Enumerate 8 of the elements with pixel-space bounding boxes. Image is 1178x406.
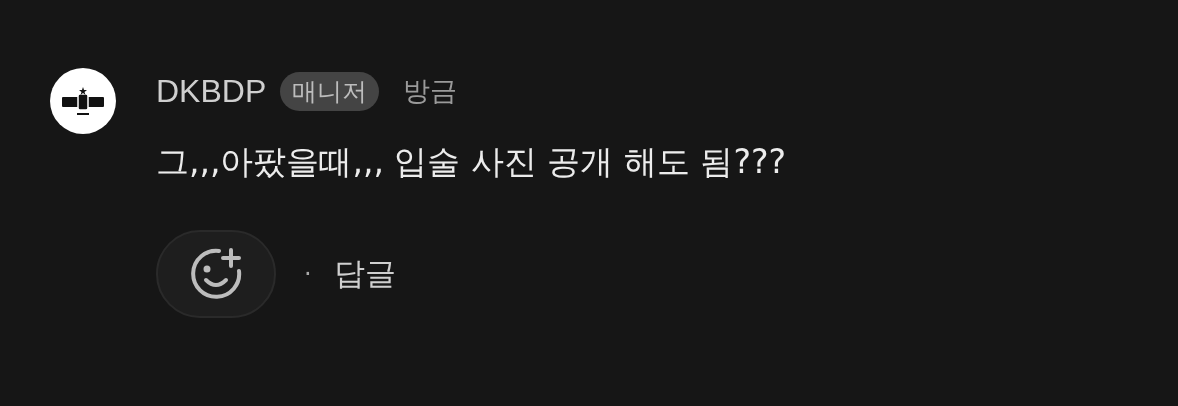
logo-avatar-icon — [50, 68, 116, 134]
separator-dot: · — [304, 260, 312, 288]
role-badge: 매니저 — [280, 71, 380, 111]
reply-link[interactable]: 답글 — [333, 253, 396, 295]
comment-text: 그,,,아팠을때,,, 입술 사진 공개 해도 됨??? — [156, 141, 786, 183]
timestamp: 방금 — [403, 74, 458, 108]
author-name[interactable]: DKBDP — [156, 72, 267, 110]
smiley-plus-icon — [189, 247, 243, 301]
